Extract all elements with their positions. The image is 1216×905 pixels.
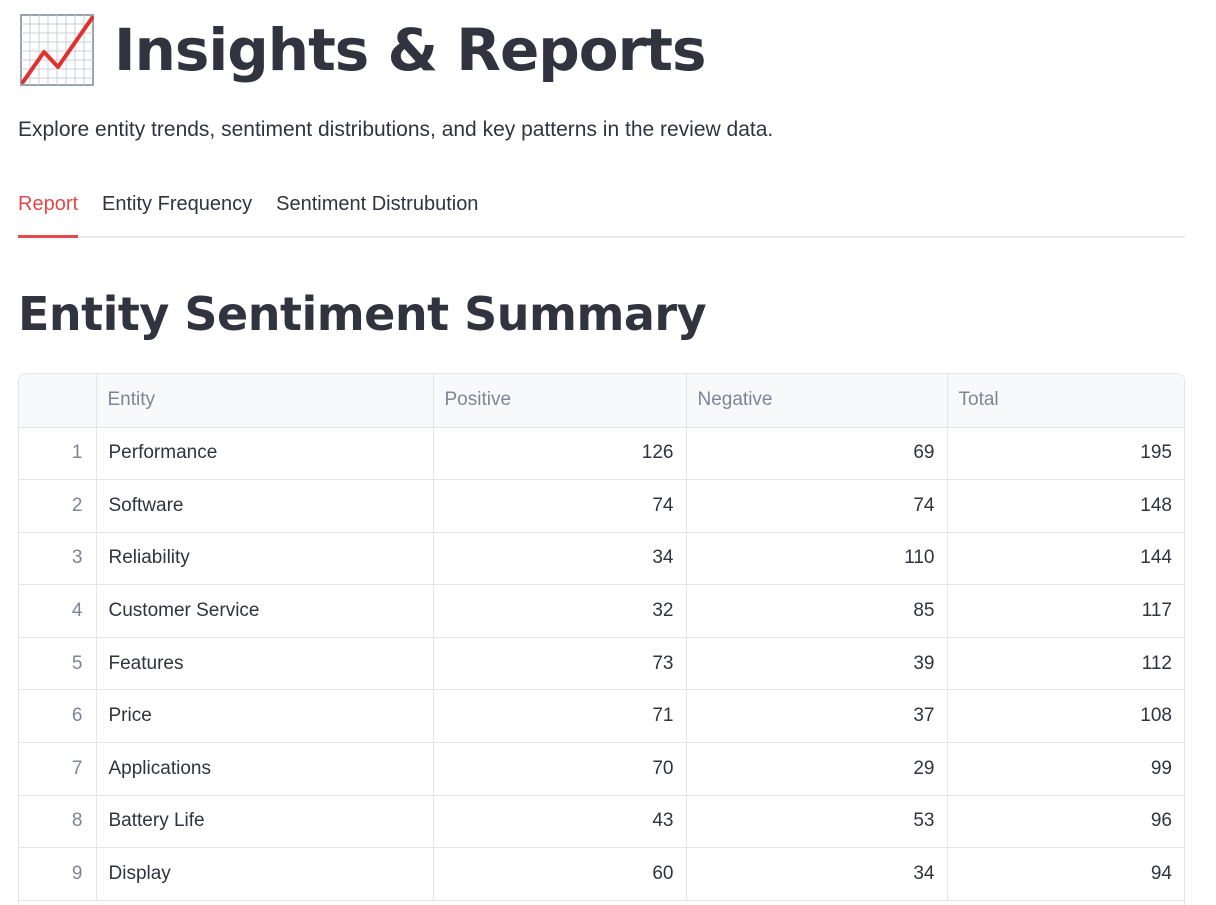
cell-negative[interactable]: 110: [686, 532, 948, 586]
cell-total[interactable]: 117: [947, 584, 1184, 638]
row-index: 1: [19, 427, 97, 481]
row-index: 9: [19, 847, 97, 901]
column-header-positive[interactable]: Positive: [433, 374, 687, 428]
cell-negative[interactable]: 69: [686, 427, 948, 481]
cell-entity[interactable]: Display: [96, 847, 434, 901]
cell-positive[interactable]: 126: [433, 427, 687, 481]
cell-total[interactable]: 94: [947, 847, 1184, 901]
cell-total[interactable]: 195: [947, 427, 1184, 481]
cell-entity[interactable]: Performance: [96, 427, 434, 481]
table-row[interactable]: 8 Battery Life 43 53 96: [19, 795, 1184, 849]
cell-negative[interactable]: 29: [686, 742, 948, 796]
column-header-entity[interactable]: Entity: [96, 374, 434, 428]
cell-negative[interactable]: 39: [686, 637, 948, 691]
section-title: Entity Sentiment Summary: [18, 287, 707, 341]
row-index: 2: [19, 479, 97, 533]
chart-increasing-icon: [20, 14, 94, 86]
cell-positive[interactable]: 71: [433, 689, 687, 744]
cell-entity[interactable]: Software: [96, 479, 434, 533]
table-row[interactable]: 6 Price 71 37 108: [19, 689, 1184, 744]
table-row[interactable]: 7 Applications 70 29 99: [19, 742, 1184, 796]
cell-entity[interactable]: Applications: [96, 742, 434, 796]
table-row[interactable]: 4 Customer Service 32 85 117: [19, 584, 1184, 638]
cell-entity[interactable]: Customer Service: [96, 584, 434, 638]
cell-negative[interactable]: 34: [686, 847, 948, 901]
column-header-negative[interactable]: Negative: [686, 374, 948, 428]
cell-entity[interactable]: Reliability: [96, 532, 434, 586]
cell-negative[interactable]: 37: [686, 689, 948, 744]
cell-total[interactable]: 108: [947, 689, 1184, 744]
cell-entity[interactable]: Features: [96, 637, 434, 691]
column-header-total[interactable]: Total: [947, 374, 1184, 428]
row-index: 3: [19, 532, 97, 586]
table-row[interactable]: 1 Performance 126 69 195: [19, 427, 1184, 481]
row-index: 6: [19, 689, 97, 744]
cell-positive[interactable]: 60: [433, 847, 687, 901]
table-header-row: Entity Positive Negative Total: [19, 374, 1184, 428]
cell-total[interactable]: 144: [947, 532, 1184, 586]
cell-negative[interactable]: 85: [686, 584, 948, 638]
cell-positive[interactable]: 70: [433, 742, 687, 796]
cell-entity[interactable]: Price: [96, 689, 434, 744]
page: Insights & Reports Explore entity trends…: [0, 0, 1216, 905]
column-header-index[interactable]: [19, 374, 97, 428]
cell-positive[interactable]: 34: [433, 532, 687, 586]
cell-entity[interactable]: Battery Life: [96, 795, 434, 849]
cell-positive[interactable]: 43: [433, 795, 687, 849]
table-row[interactable]: 9 Display 60 34 94: [19, 847, 1184, 901]
tab-sentiment-distribution[interactable]: Sentiment Distrubution: [276, 188, 478, 236]
cell-total[interactable]: 99: [947, 742, 1184, 796]
row-index: 5: [19, 637, 97, 691]
tab-entity-frequency[interactable]: Entity Frequency: [102, 188, 252, 236]
row-index: 4: [19, 584, 97, 638]
cell-negative[interactable]: 53: [686, 795, 948, 849]
cell-positive[interactable]: 74: [433, 479, 687, 533]
table-row[interactable]: 2 Software 74 74 148: [19, 479, 1184, 533]
cell-total[interactable]: 112: [947, 637, 1184, 691]
row-index: 7: [19, 742, 97, 796]
row-index: 8: [19, 795, 97, 849]
cell-negative[interactable]: 74: [686, 479, 948, 533]
tab-bar: Report Entity Frequency Sentiment Distru…: [18, 188, 1185, 238]
cell-positive[interactable]: 32: [433, 584, 687, 638]
page-title: Insights & Reports: [114, 16, 707, 84]
cell-total[interactable]: 96: [947, 795, 1184, 849]
entity-sentiment-table[interactable]: Entity Positive Negative Total 1 Perform…: [18, 373, 1185, 905]
cell-positive[interactable]: 73: [433, 637, 687, 691]
table-row[interactable]: 3 Reliability 34 110 144: [19, 532, 1184, 586]
page-subtitle: Explore entity trends, sentiment distrib…: [18, 118, 774, 141]
table-row[interactable]: 5 Features 73 39 112: [19, 637, 1184, 691]
title-row: Insights & Reports: [18, 10, 707, 90]
cell-total[interactable]: 148: [947, 479, 1184, 533]
tab-report[interactable]: Report: [18, 188, 79, 238]
